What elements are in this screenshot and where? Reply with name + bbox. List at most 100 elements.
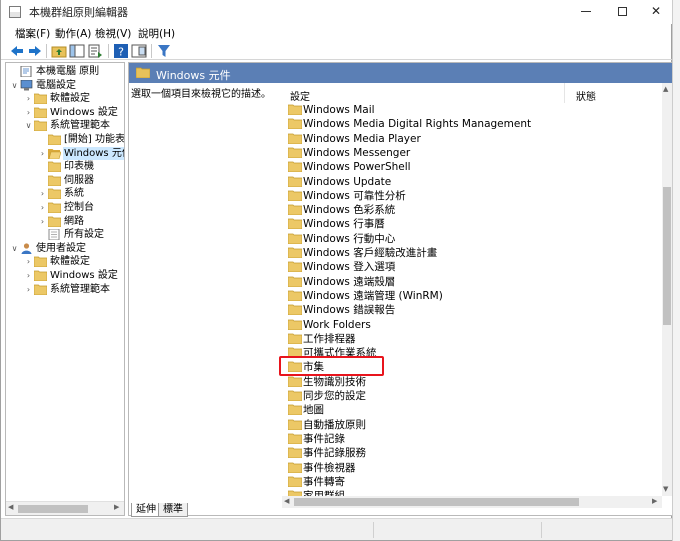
show-hide-tree-icon[interactable] — [69, 43, 85, 59]
chevron-down-icon[interactable]: ∨ — [10, 242, 19, 255]
list-item[interactable]: 生物識別技術 — [288, 375, 648, 389]
chevron-right-icon[interactable]: › — [38, 147, 47, 160]
scroll-thumb[interactable] — [663, 187, 671, 325]
tree-item[interactable]: › Windows 設定 — [6, 106, 124, 119]
list-item-label: Windows 可靠性分析 — [303, 189, 406, 202]
scroll-thumb[interactable] — [18, 505, 88, 513]
menu-action[interactable]: 動作(A) — [55, 26, 91, 41]
list-item-label: 事件檢視器 — [303, 461, 356, 474]
list-item[interactable]: 地圖 — [288, 403, 648, 417]
list-item-label: Windows Messenger — [303, 146, 411, 159]
list-item[interactable]: Windows Media Digital Rights Management — [288, 117, 648, 131]
menu-help[interactable]: 說明(H) — [138, 26, 175, 41]
tree-item[interactable]: › Windows 元件 — [6, 146, 124, 160]
list-item[interactable]: Windows Media Player — [288, 132, 648, 146]
tree-item[interactable]: › 控制台 — [6, 201, 124, 214]
list-item-label: Windows 行事曆 — [303, 218, 385, 231]
list-item[interactable]: Windows 遠端管理 (WinRM) — [288, 289, 648, 303]
list-item-label: Windows 遠端管理 (WinRM) — [303, 289, 443, 302]
column-state[interactable]: 狀態 — [576, 88, 596, 103]
chevron-right-icon[interactable]: › — [38, 215, 47, 228]
list-item[interactable]: 自動播放原則 — [288, 418, 648, 432]
list-item[interactable]: 事件記錄 — [288, 432, 648, 446]
tree-item[interactable]: › 軟體設定 — [6, 92, 124, 105]
tree-item[interactable]: 印表機 — [6, 160, 124, 173]
tree-item[interactable]: [開始] 功能表 — [6, 133, 124, 146]
background-window-edge — [672, 0, 680, 541]
chevron-right-icon[interactable]: › — [38, 201, 47, 214]
chevron-down-icon[interactable]: ∨ — [24, 119, 33, 132]
tree-item[interactable]: 本機電腦 原則 — [6, 65, 124, 78]
tree-item-label: 控制台 — [64, 202, 94, 213]
tree-item-label: Windows 元件 — [63, 146, 124, 160]
list-item-label: 同步您的設定 — [303, 390, 366, 402]
tree-item[interactable]: ∨ 系統管理範本 — [6, 119, 124, 132]
forward-arrow-icon[interactable] — [27, 43, 43, 59]
list-item[interactable]: 家用群組 — [288, 489, 648, 496]
list-item[interactable]: 事件檢視器 — [288, 461, 648, 475]
column-setting[interactable]: 設定 — [290, 88, 310, 103]
tree-item-label: 網路 — [64, 215, 84, 227]
properties-pane-icon[interactable] — [131, 43, 147, 59]
column-header: 設定 狀態 — [282, 83, 662, 103]
chevron-right-icon[interactable]: › — [24, 283, 33, 296]
tree-horizontal-scrollbar[interactable]: ◀ ▶ — [6, 501, 124, 515]
up-folder-icon[interactable] — [51, 43, 67, 59]
list-item[interactable]: 工作排程器 — [288, 332, 648, 346]
back-arrow-icon[interactable] — [9, 43, 25, 59]
list-item[interactable]: Windows 行事曆 — [288, 217, 648, 231]
tree-item[interactable]: › Windows 設定 — [6, 269, 124, 282]
maximize-button[interactable] — [605, 0, 639, 24]
title-bar[interactable]: 本機群組原則編輯器 ✕ — [1, 0, 672, 24]
tree-item[interactable]: › 系統 — [6, 187, 124, 200]
list-item[interactable]: Windows 行動中心 — [288, 232, 648, 246]
tree-item[interactable]: ∨ 使用者設定 — [6, 242, 124, 255]
tree-item[interactable]: › 軟體設定 — [6, 255, 124, 268]
details-header-title: Windows 元件 — [156, 69, 231, 82]
list-item[interactable]: Windows 色彩系統 — [288, 203, 648, 217]
chevron-right-icon[interactable]: › — [24, 255, 33, 268]
chevron-right-icon[interactable]: › — [38, 187, 47, 200]
tab-standard[interactable]: 標準 — [158, 503, 188, 517]
filter-icon[interactable] — [156, 43, 172, 59]
list-item[interactable]: Windows 登入選項 — [288, 260, 648, 274]
list-item[interactable]: 可攜式作業系統 — [288, 346, 648, 360]
list-item[interactable]: Windows 可靠性分析 — [288, 189, 648, 203]
scroll-thumb[interactable] — [294, 498, 579, 506]
list-item-label: Windows 登入選項 — [303, 261, 396, 274]
minimize-icon — [581, 11, 591, 12]
chevron-down-icon[interactable]: ∨ — [10, 79, 19, 92]
list-item-label: 可攜式作業系統 — [303, 347, 377, 360]
menu-file[interactable]: 檔案(F) — [15, 26, 50, 41]
tree-item[interactable]: 所有設定 — [6, 228, 124, 241]
list-item[interactable]: Work Folders — [288, 318, 648, 332]
list-item[interactable]: Windows 客戶經驗改進計畫 — [288, 246, 648, 260]
list-item[interactable]: 同步您的設定 — [288, 389, 648, 403]
minimize-button[interactable] — [569, 0, 603, 24]
chevron-right-icon[interactable]: › — [24, 92, 33, 105]
list-item-label: Windows Media Digital Rights Management — [303, 118, 532, 131]
close-button[interactable]: ✕ — [639, 0, 673, 24]
list-item-label: 工作排程器 — [303, 332, 356, 345]
list-item[interactable]: Windows Messenger — [288, 146, 648, 160]
tab-extended[interactable]: 延伸 — [131, 503, 161, 517]
chevron-right-icon[interactable]: › — [24, 106, 33, 119]
list-item[interactable]: 市集 — [288, 360, 648, 374]
list-item[interactable]: 事件記錄服務 — [288, 446, 648, 460]
list-vertical-scrollbar[interactable]: ▲ ▼ — [662, 83, 672, 496]
list-item[interactable]: Windows Update — [288, 175, 648, 189]
help-icon[interactable]: ? — [113, 43, 129, 59]
tree-item[interactable]: ∨ 電腦設定 — [6, 79, 124, 92]
list-item[interactable]: Windows 遠端殼層 — [288, 275, 648, 289]
tree-item[interactable]: › 網路 — [6, 215, 124, 228]
menu-view[interactable]: 檢視(V) — [95, 26, 131, 41]
list-item[interactable]: Windows PowerShell — [288, 160, 648, 174]
list-item[interactable]: Windows 錯誤報告 — [288, 303, 648, 317]
list-horizontal-scrollbar[interactable]: ◀ ▶ — [282, 496, 662, 508]
chevron-right-icon[interactable]: › — [24, 269, 33, 282]
tree-item[interactable]: 伺服器 — [6, 174, 124, 187]
tree-item[interactable]: › 系統管理範本 — [6, 283, 124, 296]
list-item[interactable]: 事件轉寄 — [288, 475, 648, 489]
export-list-icon[interactable] — [87, 43, 103, 59]
list-item[interactable]: Windows Mail — [288, 103, 648, 117]
